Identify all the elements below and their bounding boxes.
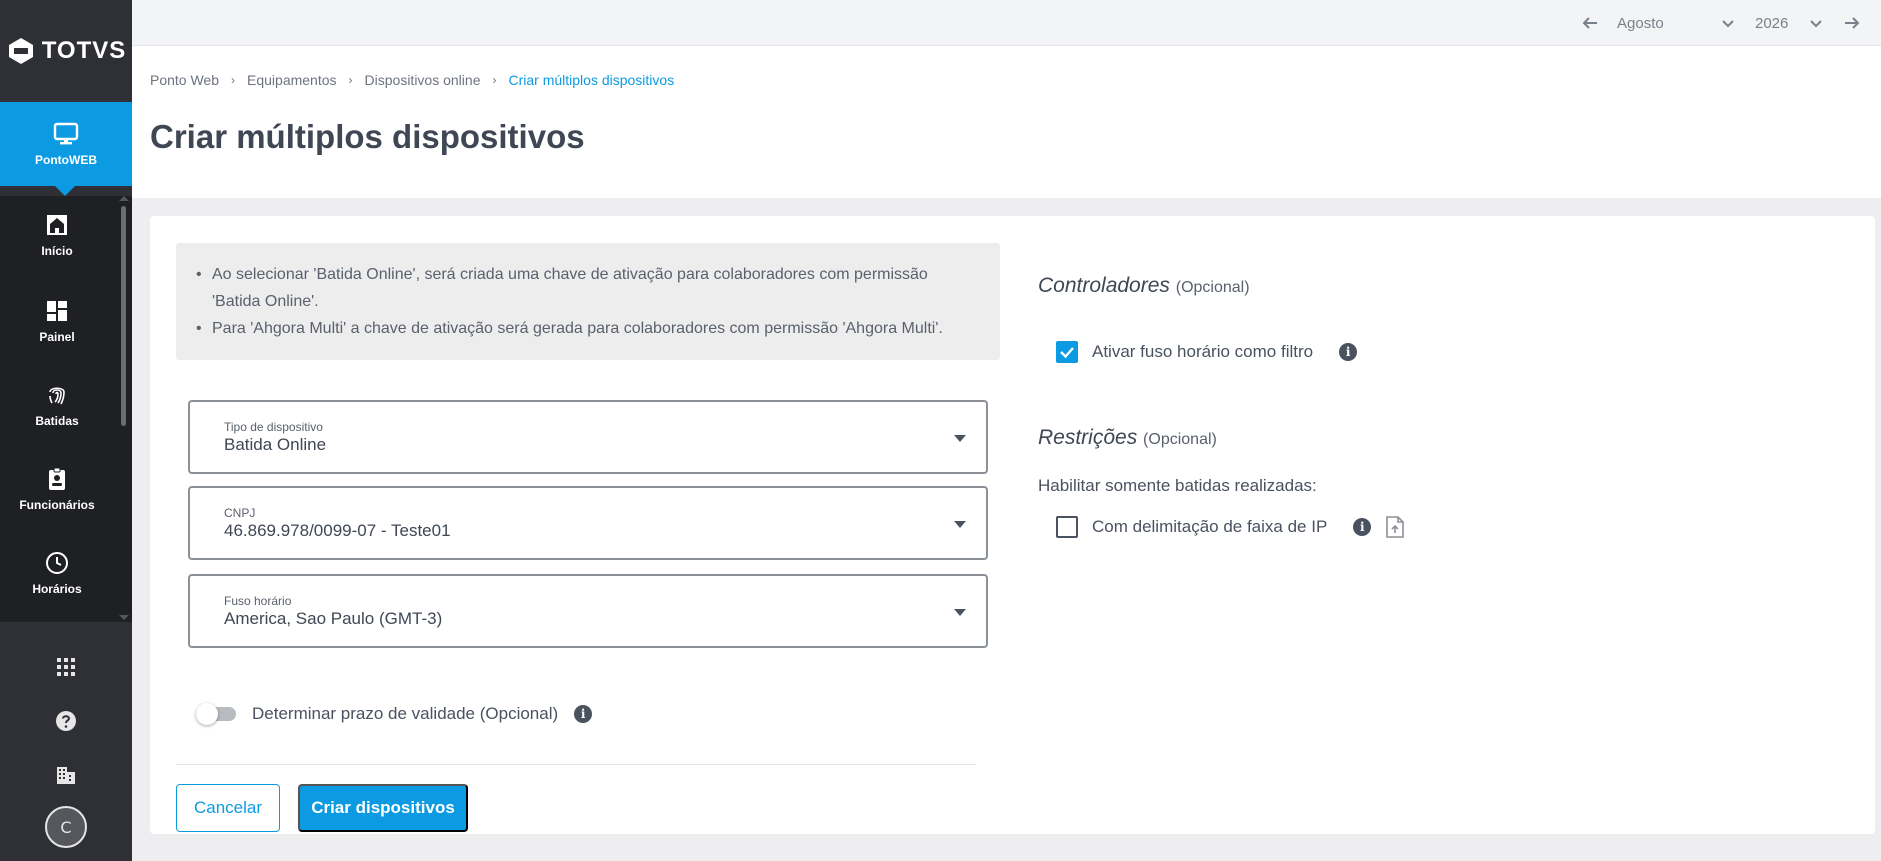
- sidebar-item-batidas[interactable]: Batidas: [0, 382, 114, 428]
- avatar-initial: C: [60, 817, 72, 837]
- section-title-text: Controladores: [1038, 274, 1170, 297]
- cnpj-select[interactable]: CNPJ 46.869.978/0099-07 - Teste01: [188, 486, 988, 560]
- sidebar-item-label: Início: [41, 244, 73, 258]
- timezone-filter-row: Ativar fuso horário como filtro i: [1056, 341, 1358, 363]
- timezone-filter-label: Ativar fuso horário como filtro: [1092, 342, 1314, 361]
- dropdown-caret-icon: [954, 435, 966, 442]
- sidebar-item-funcionarios[interactable]: Funcionários: [0, 466, 114, 512]
- form-card: Ao selecionar 'Batida Online', será cria…: [150, 216, 1875, 834]
- arrow-right-icon[interactable]: [1843, 14, 1861, 32]
- period-selector: Agosto 2026: [1581, 0, 1861, 46]
- month-value: Agosto: [1617, 14, 1664, 32]
- totvs-logo[interactable]: TOTVS: [0, 0, 132, 102]
- top-bar: Agosto 2026: [132, 0, 1881, 46]
- sidebar-item-label: PontoWEB: [35, 153, 97, 167]
- scroll-up-arrow[interactable]: [119, 196, 129, 201]
- validity-toggle-row: Determinar prazo de validade (Opcional) …: [196, 703, 593, 725]
- timezone-filter-checkbox[interactable]: [1056, 341, 1078, 363]
- create-devices-button[interactable]: Criar dispositivos: [298, 784, 468, 832]
- info-line: Para 'Ahgora Multi' a chave de ativação …: [196, 315, 980, 342]
- validity-toggle-label: Determinar prazo de validade (Opcional): [252, 704, 559, 723]
- info-line: Ao selecionar 'Batida Online', será cria…: [196, 261, 980, 315]
- sidebar: TOTVS PontoWEB Início Painel Batidas Fun…: [0, 0, 132, 861]
- breadcrumb-current: Criar múltiplos dispositivos: [508, 72, 675, 88]
- logo-text: TOTVS: [41, 37, 127, 64]
- page-header: Ponto Web › Equipamentos › Dispositivos …: [132, 46, 1881, 198]
- breadcrumb: Ponto Web › Equipamentos › Dispositivos …: [150, 72, 674, 88]
- year-select[interactable]: 2026: [1755, 14, 1825, 32]
- timezone-select[interactable]: Fuso horário America, Sao Paulo (GMT-3): [188, 574, 988, 648]
- sidebar-scrollbar[interactable]: [119, 196, 129, 622]
- toggle-knob: [196, 703, 218, 725]
- section-optional: (Opcional): [1143, 431, 1217, 448]
- sidebar-item-horarios[interactable]: Horários: [0, 550, 114, 596]
- sidebar-item-label: Painel: [39, 330, 75, 344]
- home-icon: [47, 215, 67, 235]
- section-title-text: Restrições: [1038, 426, 1138, 449]
- fingerprint-icon: [49, 387, 65, 405]
- company-building-icon: [57, 767, 75, 784]
- dropdown-caret-icon: [954, 521, 966, 528]
- sidebar-item-pontoweb[interactable]: PontoWEB: [0, 102, 132, 196]
- ip-range-checkbox[interactable]: [1056, 516, 1078, 538]
- breadcrumb-separator: ›: [231, 73, 236, 87]
- field-value: Batida Online: [224, 435, 327, 454]
- field-value: America, Sao Paulo (GMT-3): [224, 609, 443, 628]
- sidebar-item-inicio[interactable]: Início: [0, 212, 114, 258]
- restrictions-sublabel: Habilitar somente batidas realizadas:: [1038, 476, 1317, 495]
- ip-range-label: Com delimitação de faixa de IP: [1092, 517, 1328, 536]
- apps-grid-icon: [57, 658, 75, 676]
- file-upload-icon[interactable]: [1385, 515, 1405, 539]
- chevron-down-icon: [1810, 20, 1822, 28]
- totvs-logo-icon: [8, 38, 33, 64]
- chevron-down-icon: [1722, 20, 1734, 28]
- month-select[interactable]: Agosto: [1617, 14, 1737, 32]
- clock-icon: [46, 552, 68, 574]
- divider: [176, 764, 976, 765]
- field-label: Tipo de dispositivo: [224, 420, 323, 434]
- sidebar-nav-list: Início Painel Batidas Funcionários Horár…: [0, 196, 132, 622]
- badge-icon: [49, 467, 65, 490]
- dashboard-icon: [47, 301, 67, 321]
- company-button[interactable]: [0, 748, 132, 802]
- field-label: CNPJ: [224, 506, 256, 520]
- field-label: Fuso horário: [224, 594, 292, 608]
- help-icon: [56, 711, 76, 731]
- info-icon[interactable]: i: [1339, 343, 1358, 361]
- breadcrumb-item[interactable]: Dispositivos online: [365, 72, 481, 88]
- cancel-button[interactable]: Cancelar: [176, 784, 280, 832]
- help-button[interactable]: [0, 694, 132, 748]
- sidebar-item-label: Horários: [32, 582, 82, 596]
- sidebar-tools: C: [0, 640, 132, 848]
- breadcrumb-item[interactable]: Equipamentos: [247, 72, 337, 88]
- field-value: 46.869.978/0099-07 - Teste01: [224, 521, 451, 540]
- info-box: Ao selecionar 'Batida Online', será cria…: [176, 243, 1000, 360]
- monitor-icon: [53, 122, 79, 145]
- sidebar-item-label: Funcionários: [19, 498, 95, 512]
- restrictions-title: Restrições (Opcional): [1038, 426, 1217, 450]
- device-type-select[interactable]: Tipo de dispositivo Batida Online: [188, 400, 988, 474]
- year-value: 2026: [1755, 14, 1789, 32]
- ip-range-row: Com delimitação de faixa de IP i: [1056, 515, 1405, 539]
- apps-button[interactable]: [0, 640, 132, 694]
- controllers-title: Controladores (Opcional): [1038, 274, 1250, 298]
- sidebar-item-label: Batidas: [35, 414, 79, 428]
- dropdown-caret-icon: [954, 609, 966, 616]
- sidebar-item-painel[interactable]: Painel: [0, 298, 114, 344]
- validity-toggle[interactable]: [196, 703, 236, 725]
- arrow-left-icon[interactable]: [1581, 14, 1599, 32]
- user-avatar[interactable]: C: [45, 806, 87, 848]
- check-icon: [1060, 347, 1074, 359]
- scroll-down-arrow[interactable]: [119, 615, 129, 620]
- breadcrumb-separator: ›: [492, 73, 497, 87]
- breadcrumb-item[interactable]: Ponto Web: [150, 72, 219, 88]
- info-icon[interactable]: i: [1353, 518, 1372, 536]
- info-icon[interactable]: i: [574, 705, 593, 723]
- breadcrumb-separator: ›: [348, 73, 353, 87]
- section-optional: (Opcional): [1175, 279, 1250, 296]
- scroll-thumb[interactable]: [121, 206, 126, 426]
- page-title: Criar múltiplos dispositivos: [150, 118, 585, 155]
